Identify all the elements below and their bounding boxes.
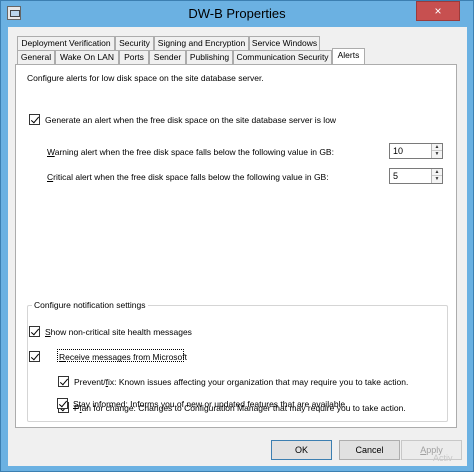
tab-publishing[interactable]: Publishing	[186, 50, 233, 64]
tab-communication-security[interactable]: Communication Security	[233, 50, 332, 64]
title-bar[interactable]: DW-B Properties ×	[1, 1, 473, 27]
tab-wake-on-lan[interactable]: Wake On LAN	[55, 50, 119, 64]
prevent-fix-checkbox[interactable]	[58, 376, 69, 387]
critical-threshold-value[interactable]: 5	[393, 171, 398, 181]
show-noncritical-checkbox[interactable]	[29, 326, 40, 337]
cancel-button[interactable]: Cancel	[339, 440, 400, 460]
warning-threshold-spin-buttons: ▲ ▼	[431, 144, 442, 158]
chevron-up-icon[interactable]: ▲	[432, 169, 442, 176]
tab-security[interactable]: Security	[115, 36, 154, 50]
close-button[interactable]: ×	[416, 1, 460, 21]
chevron-down-icon[interactable]: ▼	[432, 176, 442, 183]
critical-alert-label: Critical alert when the free disk space …	[47, 172, 329, 182]
tab-service-windows[interactable]: Service Windows	[249, 36, 320, 50]
ok-button[interactable]: OK	[271, 440, 332, 460]
stay-informed-label: Stay informed: Informs you of new or upd…	[73, 399, 348, 409]
receive-microsoft-messages-checkbox[interactable]	[29, 351, 40, 362]
receive-microsoft-messages-label: Receive messages from Microsoft	[59, 352, 188, 362]
tab-ports[interactable]: Ports	[119, 50, 149, 64]
warning-threshold-value[interactable]: 10	[393, 146, 403, 156]
stay-informed-checkbox[interactable]	[57, 398, 68, 409]
critical-threshold-spin-buttons: ▲ ▼	[431, 169, 442, 183]
chevron-down-icon[interactable]: ▼	[432, 151, 442, 158]
chevron-up-icon[interactable]: ▲	[432, 144, 442, 151]
prevent-fix-label: Prevent/fix: Known issues affecting your…	[74, 377, 409, 387]
notification-settings-legend: Configure notification settings	[32, 300, 148, 310]
tab-general[interactable]: General	[17, 50, 55, 64]
warning-alert-label: Warning alert when the free disk space f…	[47, 147, 334, 157]
activation-watermark: Activ	[433, 453, 453, 463]
generate-alert-label: Generate an alert when the free disk spa…	[45, 115, 337, 125]
tab-alerts[interactable]: Alerts	[332, 48, 365, 64]
dialog-client-area: Deployment Verification Security Signing…	[8, 27, 467, 466]
properties-window: DW-B Properties × Deployment Verificatio…	[0, 0, 474, 472]
show-noncritical-label: Show non-critical site health messages	[45, 327, 192, 337]
window-title: DW-B Properties	[188, 6, 286, 21]
warning-threshold-spinbox[interactable]: 10 ▲ ▼	[389, 143, 443, 159]
tab-deployment-verification[interactable]: Deployment Verification	[17, 36, 115, 50]
alerts-tab-panel: Configure alerts for low disk space on t…	[15, 64, 457, 428]
alerts-intro-text: Configure alerts for low disk space on t…	[27, 73, 264, 83]
tab-signing-and-encryption[interactable]: Signing and Encryption	[154, 36, 249, 50]
critical-threshold-spinbox[interactable]: 5 ▲ ▼	[389, 168, 443, 184]
generate-alert-checkbox[interactable]	[29, 114, 40, 125]
tab-sender[interactable]: Sender	[149, 50, 186, 64]
